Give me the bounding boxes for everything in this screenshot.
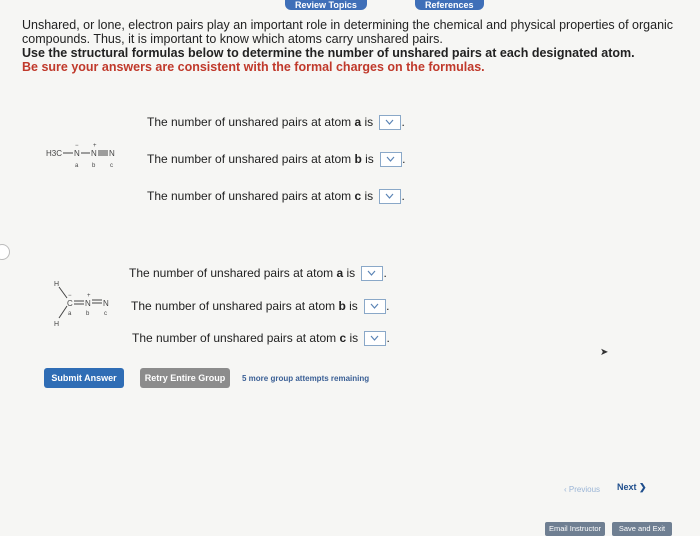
mol1-n-b: N xyxy=(91,149,97,158)
mol2-h-top: H xyxy=(54,281,59,288)
molecule-2-structure: H H C − N + N a b c xyxy=(54,281,109,328)
chevron-down-icon xyxy=(386,156,395,163)
mol1-plus: + xyxy=(93,143,97,149)
mol1-h3c: H3C xyxy=(46,149,62,158)
q1c-suffix: is xyxy=(361,189,374,203)
group2-answer-a-dropdown[interactable] xyxy=(361,266,384,282)
intro-line-4: Be sure your answers are consistent with… xyxy=(22,60,485,74)
intro-line-3: Use the structural formulas below to det… xyxy=(22,46,635,60)
intro-line-1: Unshared, or lone, electron pairs play a… xyxy=(22,18,674,32)
save-and-exit-button[interactable]: Save and Exit xyxy=(612,522,672,536)
mol2-label-b: b xyxy=(86,311,90,317)
q2c-prefix: The number of unshared pairs at atom xyxy=(132,331,340,345)
submit-answer-button[interactable]: Submit Answer xyxy=(44,368,124,388)
review-topics-label: Review Topics xyxy=(295,0,357,10)
references-label: References xyxy=(425,0,474,10)
references-tab[interactable]: References xyxy=(415,0,484,10)
previous-label: Previous xyxy=(568,485,601,494)
next-button[interactable]: Next ❯ xyxy=(617,482,647,493)
chevron-down-icon xyxy=(368,270,376,277)
q2b-atom: b xyxy=(338,299,346,313)
mol1-label-b: b xyxy=(92,163,96,169)
review-topics-tab[interactable]: Review Topics xyxy=(285,0,367,10)
mol2-c: C xyxy=(67,299,73,308)
chevron-right-icon: ❯ xyxy=(639,482,647,492)
side-handle[interactable] xyxy=(0,244,10,260)
q1c-prefix: The number of unshared pairs at atom xyxy=(147,189,355,203)
mol2-n-b: N xyxy=(85,299,91,308)
chevron-down-icon xyxy=(386,193,394,200)
mol2-minus: − xyxy=(68,293,72,299)
q2b-prefix: The number of unshared pairs at atom xyxy=(131,299,339,313)
mouse-cursor-icon: ➤ xyxy=(600,347,609,358)
instructions: Unshared, or lone, electron pairs play a… xyxy=(22,18,692,74)
mol1-label-a: a xyxy=(75,163,79,169)
group1-question-a: The number of unshared pairs at atom a i… xyxy=(147,115,405,131)
group1-answer-c-dropdown[interactable] xyxy=(379,189,402,205)
group1-answer-a-dropdown[interactable] xyxy=(379,115,402,131)
mol2-label-c: c xyxy=(104,311,107,317)
q1a-prefix: The number of unshared pairs at atom xyxy=(147,115,355,129)
q2c-suffix: is xyxy=(346,331,359,345)
mol2-n-c: N xyxy=(103,299,109,308)
email-instructor-button[interactable]: Email Instructor xyxy=(545,522,605,536)
previous-button[interactable]: ‹ Previous xyxy=(564,485,600,494)
q2b-suffix: is xyxy=(345,299,358,313)
q1b-prefix: The number of unshared pairs at atom xyxy=(147,152,355,166)
attempts-remaining: 5 more group attempts remaining xyxy=(242,374,370,383)
mol1-n-c: N xyxy=(109,149,115,158)
intro-line-2: compounds. Thus, it is important to know… xyxy=(22,32,443,46)
mol1-minus: − xyxy=(75,143,79,149)
chevron-down-icon xyxy=(370,303,379,310)
group2-question-a: The number of unshared pairs at atom a i… xyxy=(129,266,387,282)
mol2-h-bottom: H xyxy=(54,321,59,328)
group1-question-b: The number of unshared pairs at atom b i… xyxy=(147,152,406,168)
retry-entire-group-button[interactable]: Retry Entire Group xyxy=(140,368,230,388)
group1-question-c: The number of unshared pairs at atom c i… xyxy=(147,189,405,205)
mol1-label-c: c xyxy=(110,163,113,169)
next-label: Next xyxy=(617,482,637,492)
group2-question-c: The number of unshared pairs at atom c i… xyxy=(132,331,390,347)
q1a-suffix: is xyxy=(361,115,374,129)
mol1-n-a: N xyxy=(74,149,80,158)
q1b-suffix: is xyxy=(361,152,374,166)
chevron-down-icon xyxy=(371,335,379,342)
q2a-prefix: The number of unshared pairs at atom xyxy=(129,266,337,280)
group2-answer-b-dropdown[interactable] xyxy=(364,299,387,315)
chevron-down-icon xyxy=(386,119,394,126)
mol2-plus: + xyxy=(87,293,91,299)
mol2-label-a: a xyxy=(68,311,72,317)
q2a-suffix: is xyxy=(343,266,356,280)
group2-question-b: The number of unshared pairs at atom b i… xyxy=(131,299,390,315)
molecule-1-structure: H3C N − N + N a b c xyxy=(46,143,115,169)
q1b-atom: b xyxy=(354,152,362,166)
group2-answer-c-dropdown[interactable] xyxy=(364,331,387,347)
group1-answer-b-dropdown[interactable] xyxy=(380,152,403,168)
